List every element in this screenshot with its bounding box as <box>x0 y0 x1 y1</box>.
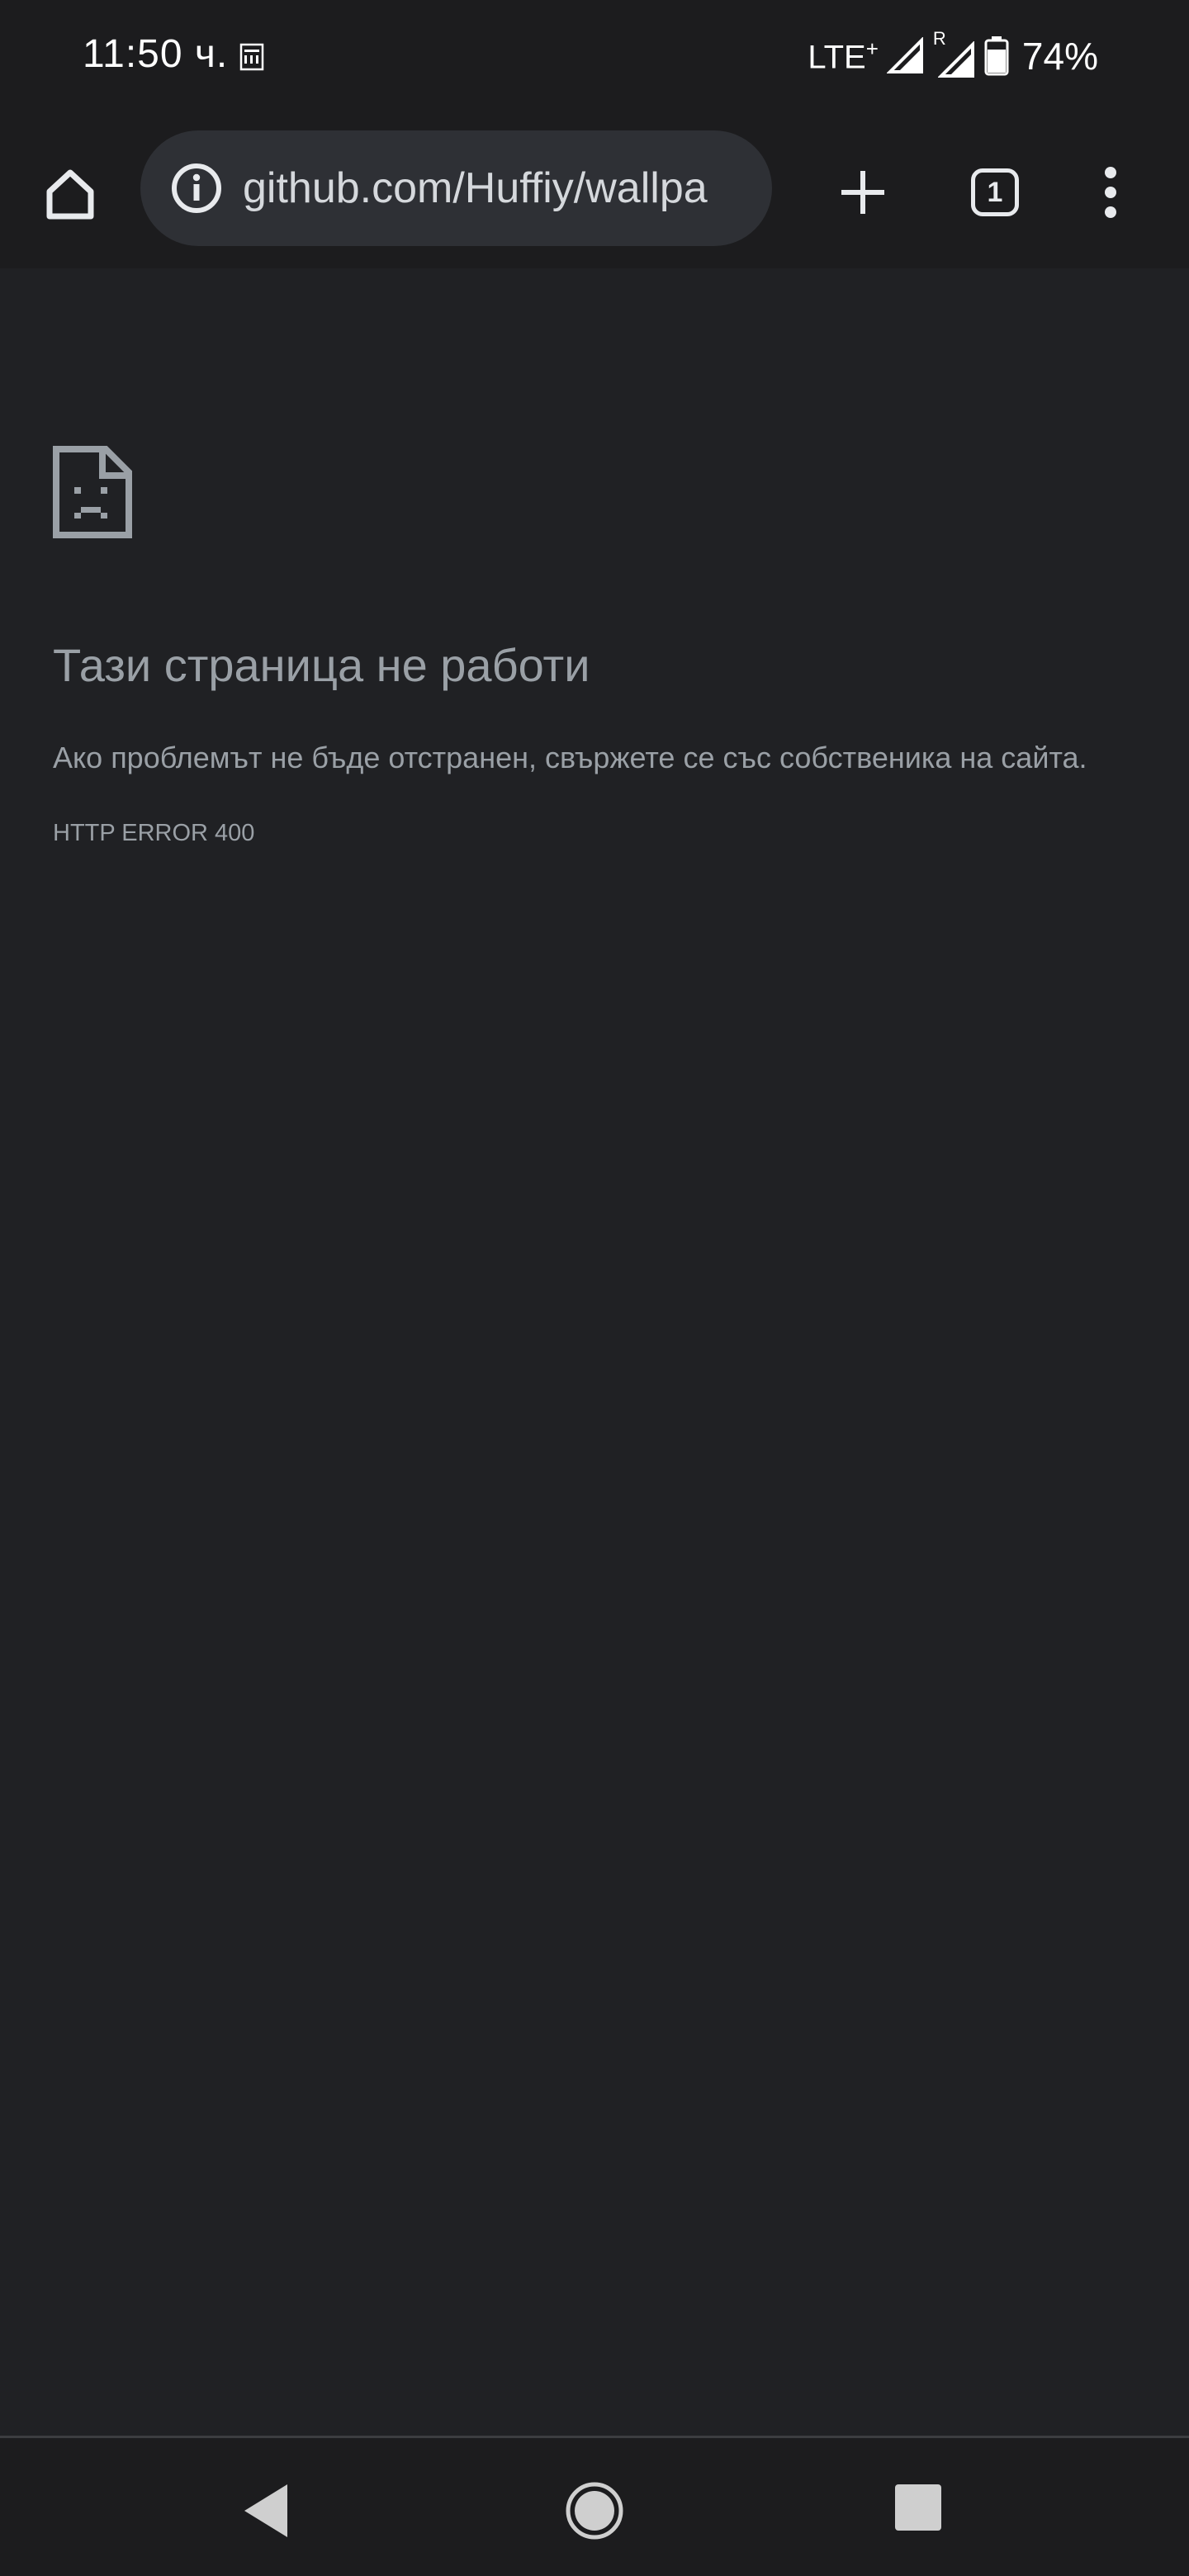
tab-switcher-button[interactable]: 1 <box>958 155 1032 230</box>
error-code: HTTP ERROR 400 <box>53 820 255 846</box>
recents-icon[interactable] <box>895 2484 941 2531</box>
tab-count: 1 <box>971 168 1019 216</box>
status-time: 11:50 ч. <box>83 32 229 76</box>
signal-icon <box>886 37 923 73</box>
plus-icon <box>841 171 884 214</box>
battery-icon <box>984 36 1009 76</box>
home-button[interactable] <box>33 157 107 231</box>
battery-percent: 74% <box>1021 35 1098 78</box>
status-indicators: LTE+ R 74% <box>808 28 1098 83</box>
info-icon[interactable] <box>170 162 223 215</box>
page-content: Тази страница не работи Ако проблемът не… <box>0 268 1189 2436</box>
status-bar: 11:50 ч. LTE+ R 74% <box>0 0 1189 116</box>
error-description: Ако проблемът не бъде отстранен, свържет… <box>53 741 1087 774</box>
home-icon <box>46 169 94 220</box>
menu-button[interactable] <box>1082 155 1139 230</box>
home-nav-icon[interactable] <box>563 2479 626 2542</box>
url-text[interactable]: github.com/Huffiy/wallpa <box>243 162 756 215</box>
error-title: Тази страница не работи <box>53 639 590 691</box>
back-icon[interactable] <box>239 2478 297 2544</box>
roaming-signal-icon: R <box>933 28 976 79</box>
new-tab-button[interactable] <box>826 155 900 230</box>
address-bar[interactable]: github.com/Huffiy/wallpa <box>140 130 772 246</box>
sad-page-icon <box>53 446 132 538</box>
browser-toolbar: github.com/Huffiy/wallpa 1 <box>0 116 1189 268</box>
system-navigation-bar <box>0 2436 1189 2576</box>
more-vert-icon <box>1105 167 1116 218</box>
keyboard-notification-icon <box>239 43 264 71</box>
network-type: LTE+ <box>808 36 879 76</box>
